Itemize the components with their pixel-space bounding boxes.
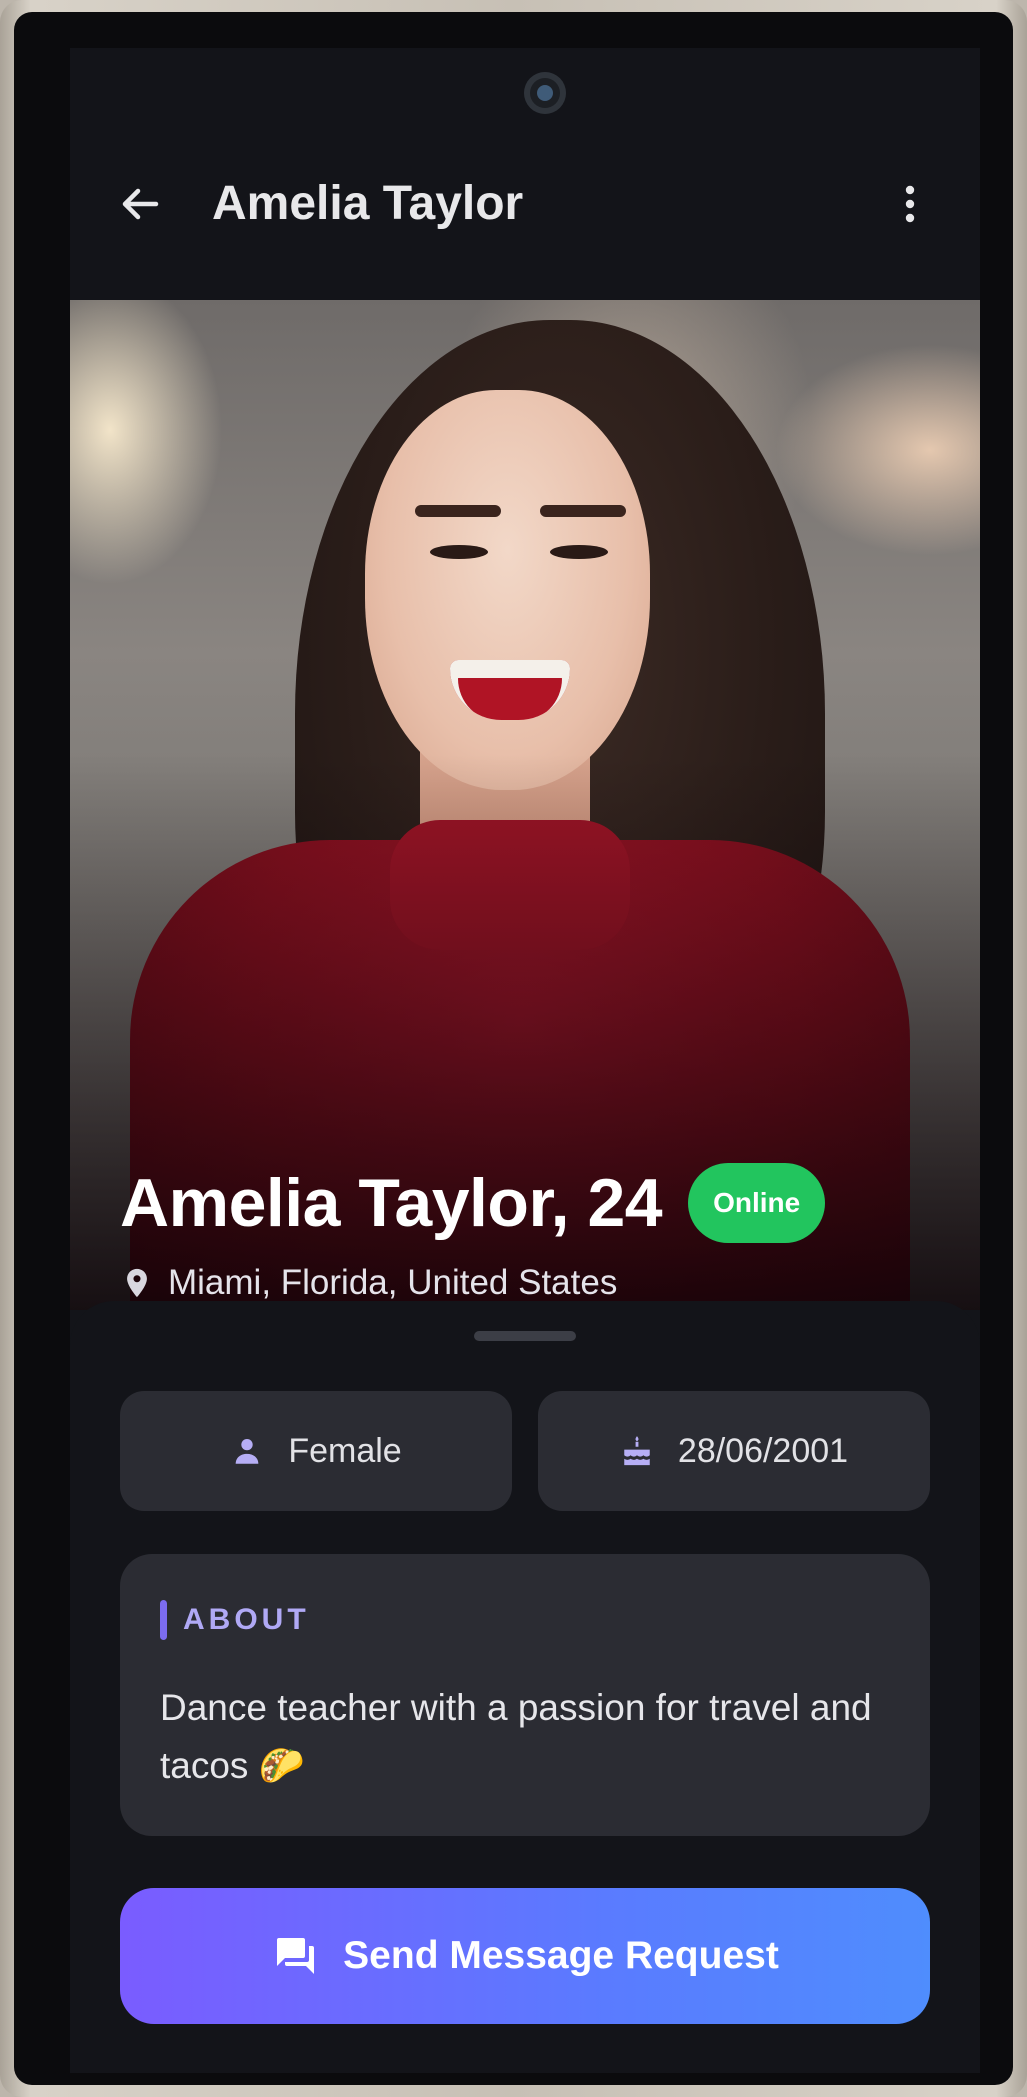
profile-photo — [70, 300, 980, 1310]
send-message-request-button[interactable]: Send Message Request — [120, 1888, 930, 2024]
gender-chip: Female — [120, 1391, 512, 1511]
about-header: ABOUT — [160, 1600, 310, 1640]
app-screen: Amelia Taylor Amelia Taylor, 24 Online M… — [70, 48, 980, 2073]
status-badge: Online — [688, 1163, 826, 1243]
details-sheet: Female 28/06/2001 ABOUT Dance teacher wi… — [70, 1301, 980, 2073]
location-pin-icon — [127, 1268, 147, 1298]
birthdate-value: 28/06/2001 — [677, 1431, 849, 1470]
front-camera — [524, 72, 566, 114]
send-message-request-label: Send Message Request — [343, 1934, 779, 1977]
profile-header: Amelia Taylor, 24 Online — [120, 1163, 826, 1243]
person-icon — [235, 1438, 259, 1464]
sheet-drag-handle[interactable] — [474, 1331, 576, 1341]
device-frame: Amelia Taylor Amelia Taylor, 24 Online M… — [0, 0, 1027, 2097]
about-accent-bar — [160, 1600, 167, 1640]
page-title: Amelia Taylor — [212, 177, 524, 230]
about-label: ABOUT — [183, 1603, 310, 1636]
photo-gradient-overlay — [70, 300, 980, 1310]
device-bezel: Amelia Taylor Amelia Taylor, 24 Online M… — [14, 12, 1013, 2085]
profile-name-age: Amelia Taylor, 24 — [120, 1165, 663, 1241]
about-text: Dance teacher with a passion for travel … — [160, 1687, 872, 1786]
cake-icon — [624, 1436, 650, 1466]
more-vertical-icon[interactable] — [894, 180, 926, 228]
gender-value: Female — [288, 1431, 402, 1470]
location-text: Miami, Florida, United States — [168, 1263, 618, 1302]
profile-location: Miami, Florida, United States — [120, 1263, 617, 1303]
app-bar: Amelia Taylor — [70, 158, 980, 248]
chat-bubbles-icon — [277, 1938, 315, 1974]
about-card: ABOUT Dance teacher with a passion for t… — [120, 1554, 930, 1836]
birthdate-chip: 28/06/2001 — [538, 1391, 930, 1511]
arrow-left-icon[interactable] — [116, 180, 164, 228]
